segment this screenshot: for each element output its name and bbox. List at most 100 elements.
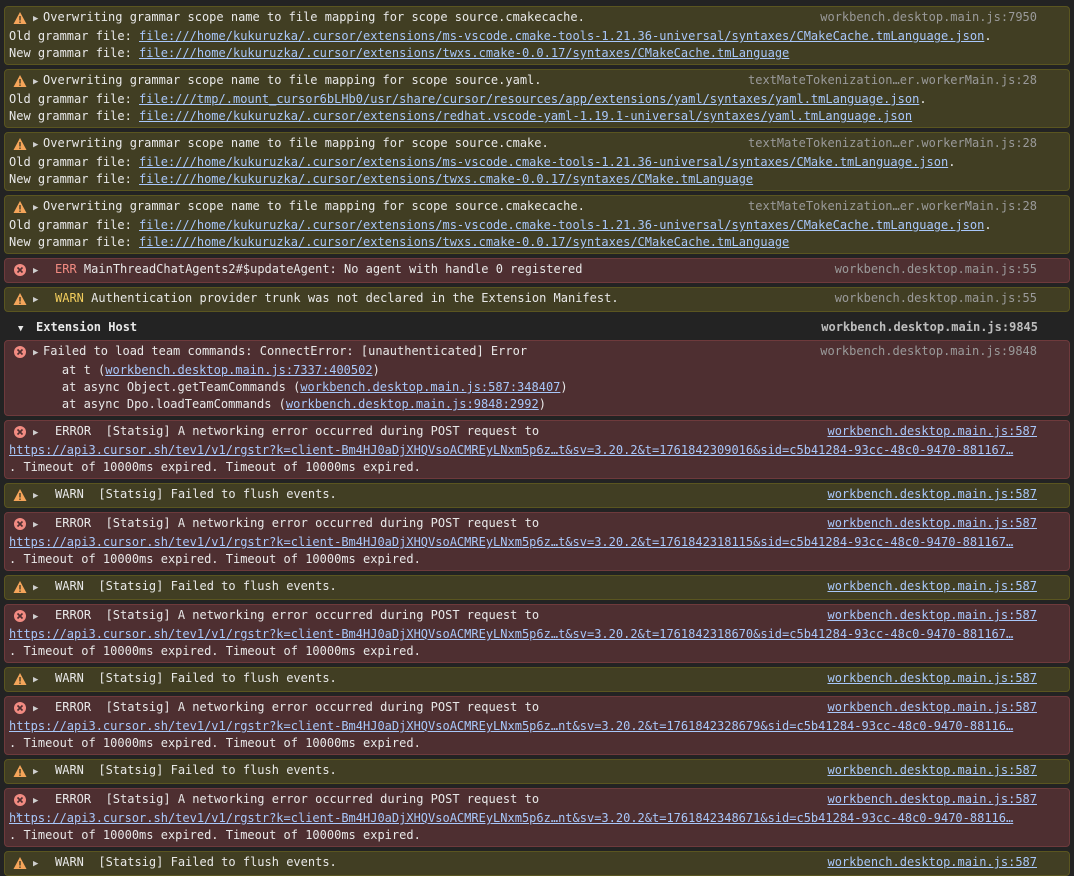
warn-tag: WARN — [55, 855, 84, 869]
log-message: Failed to load team commands: ConnectErr… — [43, 344, 528, 358]
console-prompt-icon[interactable]: › — [14, 808, 22, 823]
expand-chevron-icon[interactable]: ▶ — [33, 580, 55, 597]
warn-tag: WARN — [55, 763, 84, 777]
source-link[interactable]: textMateTokenization…er.workerMain.js:28 — [748, 198, 1037, 215]
old-grammar-file-link[interactable]: file:///home/kukuruzka/.cursor/extension… — [139, 29, 984, 43]
source-link[interactable]: workbench.desktop.main.js:587 — [827, 515, 1037, 532]
group-label: Extension Host — [36, 320, 138, 334]
console-error-statsig[interactable]: ▶ ERROR [Statsig] A networking error occu… — [4, 696, 1070, 755]
old-grammar-file-link[interactable]: file:///home/kukuruzka/.cursor/extension… — [139, 155, 948, 169]
expand-chevron-icon[interactable]: ▶ — [33, 672, 55, 689]
expand-chevron-icon[interactable]: ▶ — [33, 11, 43, 28]
console-group-extension-host[interactable]: ▼ Extension Host workbench.desktop.main.j… — [4, 316, 1070, 338]
warning-icon — [13, 201, 27, 213]
expand-chevron-icon[interactable]: ▶ — [33, 345, 43, 362]
warn-tag: WARN — [55, 487, 84, 501]
warning-icon — [13, 581, 27, 593]
expand-chevron-icon[interactable]: ▶ — [33, 74, 43, 91]
error-icon — [14, 794, 26, 806]
console-warning-statsig[interactable]: ▶ WARN [Statsig] Failed to flush events. … — [4, 483, 1070, 508]
source-link[interactable]: workbench.desktop.main.js:587 — [827, 762, 1037, 779]
source-link[interactable]: workbench.desktop.main.js:587 — [827, 578, 1037, 595]
request-url-link[interactable]: https://api3.cursor.sh/tev1/v1/rgstr?k=c… — [9, 627, 1013, 641]
log-message: Overwriting grammar scope name to file m… — [43, 136, 549, 150]
source-link[interactable]: workbench.desktop.main.js:587 — [827, 854, 1037, 871]
stack-frame-link[interactable]: workbench.desktop.main.js:9848:2992 — [286, 397, 539, 411]
console-error-statsig[interactable]: ▶ ERROR [Statsig] A networking error occu… — [4, 788, 1070, 847]
expand-chevron-icon[interactable]: ▶ — [33, 793, 55, 810]
source-link[interactable]: workbench.desktop.main.js:55 — [835, 261, 1037, 278]
timeout-text: . Timeout of 10000ms expired. Timeout of… — [9, 736, 421, 750]
console-error-statsig[interactable]: ▶ ERROR [Statsig] A networking error occu… — [4, 512, 1070, 571]
new-grammar-file-link[interactable]: file:///home/kukuruzka/.cursor/extension… — [139, 109, 912, 123]
console-error-statsig[interactable]: ▶ ERROR [Statsig] A networking error occu… — [4, 604, 1070, 663]
console-warning-grammar[interactable]: ▶ Overwriting grammar scope name to file … — [4, 6, 1070, 65]
request-url-link[interactable]: https://api3.cursor.sh/tev1/v1/rgstr?k=c… — [9, 535, 1013, 549]
expand-chevron-icon[interactable]: ▶ — [33, 764, 55, 781]
log-message: [Statsig] Failed to flush events. — [98, 763, 337, 777]
old-grammar-file-link[interactable]: file:///home/kukuruzka/.cursor/extension… — [139, 218, 984, 232]
console-warning-auth[interactable]: ▶ WARN Authentication provider trunk was … — [4, 287, 1070, 312]
error-icon — [14, 346, 26, 358]
expand-chevron-icon[interactable]: ▶ — [33, 200, 43, 217]
expand-chevron-icon[interactable]: ▶ — [33, 856, 55, 873]
collapse-chevron-icon[interactable]: ▼ — [18, 318, 36, 340]
warn-tag: WARN — [55, 671, 84, 685]
stack-frame-close: ) — [538, 397, 546, 411]
source-link[interactable]: workbench.desktop.main.js:587 — [827, 607, 1037, 624]
log-message: [Statsig] A networking error occurred du… — [105, 792, 540, 806]
source-link[interactable]: workbench.desktop.main.js:587 — [827, 486, 1037, 503]
source-link[interactable]: workbench.desktop.main.js:587 — [827, 670, 1037, 687]
stack-frame-link[interactable]: workbench.desktop.main.js:587:348407 — [300, 380, 560, 394]
console-warning-grammar[interactable]: ▶ Overwriting grammar scope name to file … — [4, 69, 1070, 128]
old-grammar-label: Old grammar file: — [9, 218, 140, 232]
expand-chevron-icon[interactable]: ▶ — [33, 292, 55, 309]
log-message: [Statsig] Failed to flush events. — [98, 855, 337, 869]
source-link[interactable]: workbench.desktop.main.js:587 — [827, 791, 1037, 808]
source-link[interactable]: workbench.desktop.main.js:587 — [827, 423, 1037, 440]
console-error-statsig[interactable]: ▶ ERROR [Statsig] A networking error occu… — [4, 420, 1070, 479]
log-message: Overwriting grammar scope name to file m… — [43, 73, 542, 87]
source-link[interactable]: workbench.desktop.main.js:9848 — [820, 343, 1037, 360]
console-warning-statsig[interactable]: ▶ WARN [Statsig] Failed to flush events. … — [4, 851, 1070, 876]
request-url-link[interactable]: https://api3.cursor.sh/tev1/v1/rgstr?k=c… — [9, 719, 1013, 733]
expand-chevron-icon[interactable]: ▶ — [33, 263, 55, 280]
warning-icon — [13, 12, 27, 24]
request-url-link[interactable]: https://api3.cursor.sh/tev1/v1/rgstr?k=c… — [9, 443, 1013, 457]
log-message: Authentication provider trunk was not de… — [91, 291, 619, 305]
new-grammar-file-link[interactable]: file:///home/kukuruzka/.cursor/extension… — [139, 46, 789, 60]
timeout-text: . Timeout of 10000ms expired. Timeout of… — [9, 460, 421, 474]
log-message: [Statsig] Failed to flush events. — [98, 671, 337, 685]
source-link[interactable]: workbench.desktop.main.js:9845 — [821, 316, 1038, 338]
source-link[interactable]: workbench.desktop.main.js:55 — [835, 290, 1037, 307]
source-link[interactable]: textMateTokenization…er.workerMain.js:28 — [748, 72, 1037, 89]
old-grammar-file-link[interactable]: file:///tmp/.mount_cursor6bLHb0/usr/shar… — [139, 92, 919, 106]
source-link[interactable]: workbench.desktop.main.js:587 — [827, 699, 1037, 716]
stack-frame-text: at async Dpo.loadTeamCommands ( — [33, 397, 286, 411]
new-grammar-file-link[interactable]: file:///home/kukuruzka/.cursor/extension… — [139, 172, 753, 186]
source-link[interactable]: textMateTokenization…er.workerMain.js:28 — [748, 135, 1037, 152]
expand-chevron-icon[interactable]: ▶ — [33, 609, 55, 626]
log-message: Overwriting grammar scope name to file m… — [43, 199, 585, 213]
console-warning-statsig[interactable]: ▶ WARN [Statsig] Failed to flush events. … — [4, 759, 1070, 784]
expand-chevron-icon[interactable]: ▶ — [33, 517, 55, 534]
console-warning-grammar[interactable]: ▶ Overwriting grammar scope name to file … — [4, 132, 1070, 191]
request-url-link[interactable]: https://api3.cursor.sh/tev1/v1/rgstr?k=c… — [9, 811, 1013, 825]
log-message: [Statsig] Failed to flush events. — [98, 487, 337, 501]
new-grammar-file-link[interactable]: file:///home/kukuruzka/.cursor/extension… — [139, 235, 789, 249]
expand-chevron-icon[interactable]: ▶ — [33, 701, 55, 718]
expand-chevron-icon[interactable]: ▶ — [33, 488, 55, 505]
warn-tag: WARN — [55, 291, 84, 305]
console-warning-statsig[interactable]: ▶ WARN [Statsig] Failed to flush events. … — [4, 575, 1070, 600]
console-warning-grammar[interactable]: ▶ Overwriting grammar scope name to file … — [4, 195, 1070, 254]
console-warning-statsig[interactable]: ▶ WARN [Statsig] Failed to flush events. … — [4, 667, 1070, 692]
expand-chevron-icon[interactable]: ▶ — [33, 425, 55, 442]
console-error-team-commands[interactable]: ▶ Failed to load team commands: ConnectEr… — [4, 340, 1070, 416]
stack-frame-link[interactable]: workbench.desktop.main.js:7337:400502 — [105, 363, 372, 377]
timeout-text: . Timeout of 10000ms expired. Timeout of… — [9, 644, 421, 658]
warning-icon — [13, 75, 27, 87]
console-error-chat-agent[interactable]: ▶ ERR MainThreadChatAgents2#$updateAgent:… — [4, 258, 1070, 283]
log-message: [Statsig] A networking error occurred du… — [105, 700, 540, 714]
expand-chevron-icon[interactable]: ▶ — [33, 137, 43, 154]
source-link[interactable]: workbench.desktop.main.js:7950 — [820, 9, 1037, 26]
